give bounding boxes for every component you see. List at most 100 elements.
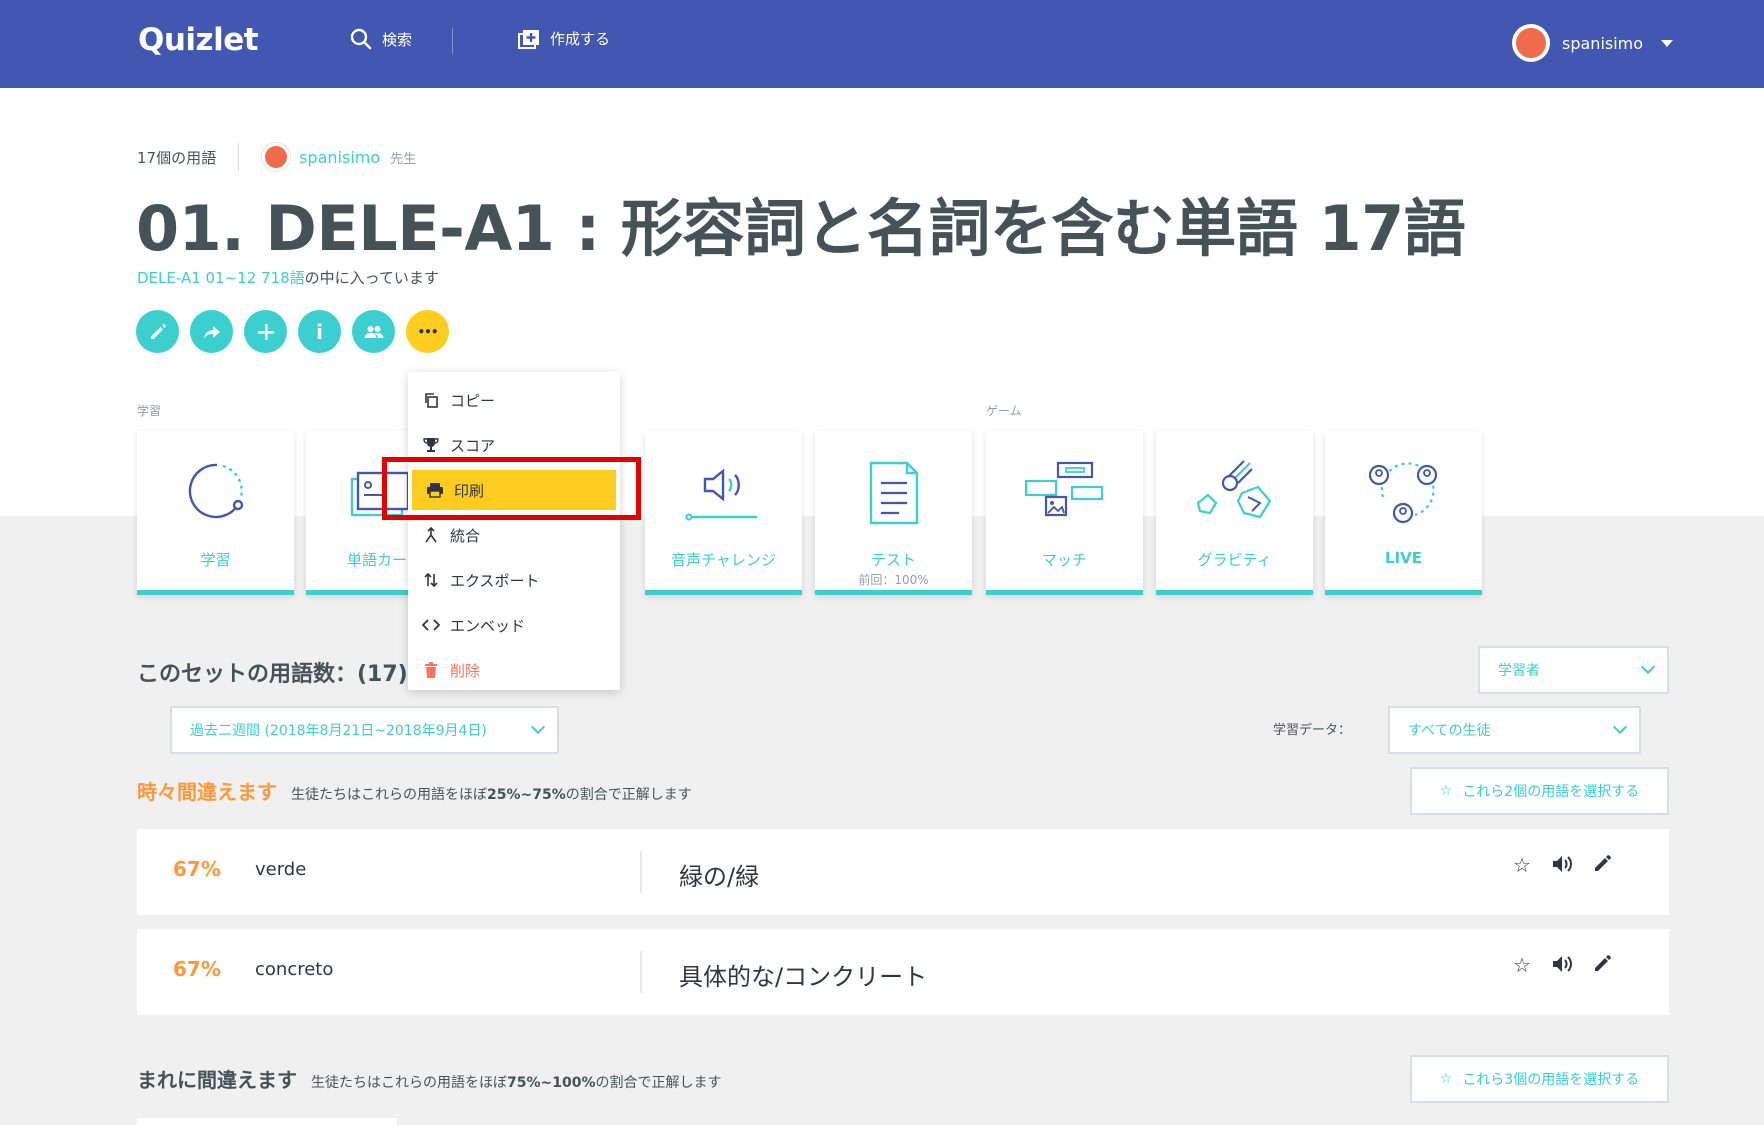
folder-suffix: の中に入っています (304, 269, 439, 287)
period-filter-value: 過去二週間 (2018年8月21日~2018年9月4日) (190, 723, 487, 739)
group-heading-rarely: まれに間違えます 生徒たちはこれらの用語をほぼ75%~100%の割合で正解します (137, 1064, 722, 1093)
students-select[interactable]: すべての生徒 (1388, 706, 1641, 754)
add-set-icon (518, 29, 539, 49)
pencil-icon[interactable] (1593, 953, 1613, 973)
group-description: 生徒たちはこれらの用語をほぼ25%~75%の割合で正解します (291, 787, 692, 803)
select-group1-terms-button[interactable]: ☆ これら2個の用語を選択する (1410, 767, 1669, 815)
group-heading-sometimes: 時々間違えます 生徒たちはこれらの用語をほぼ25%~75%の割合で正解します (137, 776, 692, 805)
term-row: 67% concreto 具体的な/コンクリート ☆ (137, 929, 1669, 1015)
info-icon: i (316, 319, 323, 344)
chevron-down-icon (1640, 659, 1656, 675)
plus-icon (257, 323, 274, 340)
view-mode-value: 学習者 (1498, 663, 1540, 679)
mode-card-live[interactable]: LIVE (1325, 431, 1482, 595)
live-label: LIVE (1385, 549, 1422, 567)
term-count: 17個の用語 (137, 148, 217, 167)
pencil-icon[interactable] (1593, 853, 1613, 873)
trophy-icon (423, 438, 439, 452)
menu-item-embed-label: エンベッド (450, 616, 526, 635)
test-label: テスト (870, 551, 916, 569)
menu-item-copy[interactable]: コピー (408, 380, 620, 420)
trash-icon (425, 662, 437, 678)
set-actions: i ••• (136, 310, 449, 353)
term-accuracy: 67% (173, 857, 221, 881)
menu-item-delete-label: 削除 (450, 661, 481, 680)
study-section-label: 学習 (137, 404, 162, 418)
audio-icon[interactable] (1551, 853, 1573, 875)
share-arrow-icon (203, 325, 220, 339)
search-icon (350, 28, 372, 50)
create-label: 作成する (550, 30, 611, 48)
learn-icon (188, 463, 244, 519)
gravity-label: グラビティ (1197, 551, 1272, 569)
spell-label: 音声チャレンジ (671, 551, 776, 569)
gravity-asteroid-icon (1196, 460, 1272, 519)
menu-item-embed[interactable]: エンベッド (408, 605, 620, 645)
caret-down-icon (1661, 39, 1674, 47)
more-options-menu: コピー スコア 印刷 統合 エクスポート エンベッド 削除 (408, 372, 620, 690)
quizlet-logo[interactable]: Quizlet (138, 22, 259, 58)
term-accuracy: 67% (173, 957, 221, 981)
group-name: まれに間違えます (137, 1068, 297, 1092)
star-outline-icon: ☆ (1439, 1071, 1453, 1087)
meta-divider (238, 143, 240, 171)
menu-item-export-label: エクスポート (450, 571, 540, 590)
username: spanisimo (1562, 33, 1644, 53)
mode-card-test[interactable]: テスト 前回：100% (815, 431, 972, 595)
code-icon (422, 619, 440, 631)
search-label: 検索 (382, 30, 413, 49)
share-button[interactable] (190, 310, 233, 353)
test-last-score: 前回：100% (858, 573, 929, 587)
select-group1-label: これら2個の用語を選択する (1462, 784, 1640, 800)
copy-icon (425, 393, 438, 408)
menu-item-export[interactable]: エクスポート (408, 560, 620, 600)
chevron-down-icon (1612, 719, 1628, 735)
class-button[interactable] (352, 310, 395, 353)
term-divider (640, 851, 642, 893)
author-avatar (261, 142, 292, 172)
study-data-label: 学習データ： (1273, 723, 1352, 738)
next-row-edge (137, 1118, 397, 1125)
star-icon[interactable]: ☆ (1513, 953, 1531, 977)
more-dots-icon: ••• (417, 324, 438, 339)
menu-item-delete[interactable]: 削除 (408, 650, 620, 690)
term-row: 67% verde 緑の/緑 ☆ (137, 829, 1669, 915)
match-icon (1024, 461, 1104, 517)
more-options-button[interactable]: ••• (406, 310, 449, 353)
mode-card-spell[interactable]: 音声チャレンジ (645, 431, 802, 595)
folder-link[interactable]: DELE-A1 01~12 718語 (137, 269, 305, 287)
term-actions: ☆ (1513, 853, 1613, 877)
match-label: マッチ (1041, 551, 1087, 569)
edit-button[interactable] (136, 310, 179, 353)
terms-heading: このセットの用語数：(17) (137, 662, 408, 687)
students-select-value: すべての生徒 (1408, 723, 1491, 739)
mode-card-gravity[interactable]: グラビティ (1156, 431, 1313, 595)
search-nav-button[interactable]: 検索 (350, 28, 412, 50)
author-link[interactable]: spanisimo (299, 148, 380, 167)
term-divider (640, 951, 642, 993)
top-nav-bar: Quizlet 検索 作成する spanisimo (0, 0, 1764, 88)
menu-item-combine-label: 統合 (450, 526, 481, 545)
view-mode-select[interactable]: 学習者 (1478, 646, 1669, 694)
period-filter-select[interactable]: 過去二週間 (2018年8月21日~2018年9月4日) (170, 706, 559, 754)
games-section-label: ゲーム (986, 404, 1022, 418)
menu-item-combine[interactable]: 統合 (408, 515, 620, 555)
pencil-icon (150, 323, 166, 339)
user-menu[interactable]: spanisimo (1512, 24, 1674, 62)
audio-icon[interactable] (1551, 953, 1573, 975)
terms-background (0, 516, 1764, 1125)
folder-info: DELE-A1 01~12 718語の中に入っています (137, 267, 439, 288)
mode-card-learn[interactable]: 学習 (137, 431, 294, 595)
menu-item-scores-label: スコア (450, 436, 496, 455)
create-nav-button[interactable]: 作成する (518, 28, 610, 49)
star-icon[interactable]: ☆ (1513, 853, 1531, 877)
mode-card-match[interactable]: マッチ (986, 431, 1143, 595)
group-name: 時々間違えます (137, 780, 277, 804)
group-description: 生徒たちはこれらの用語をほぼ75%~100%の割合で正解します (311, 1075, 722, 1091)
term-definition: 緑の/緑 (679, 863, 760, 891)
term-actions: ☆ (1513, 953, 1613, 977)
term-word: concreto (255, 959, 334, 980)
select-group2-terms-button[interactable]: ☆ これら3個の用語を選択する (1410, 1055, 1669, 1103)
add-to-class-button[interactable] (244, 310, 287, 353)
info-button[interactable]: i (298, 310, 341, 353)
